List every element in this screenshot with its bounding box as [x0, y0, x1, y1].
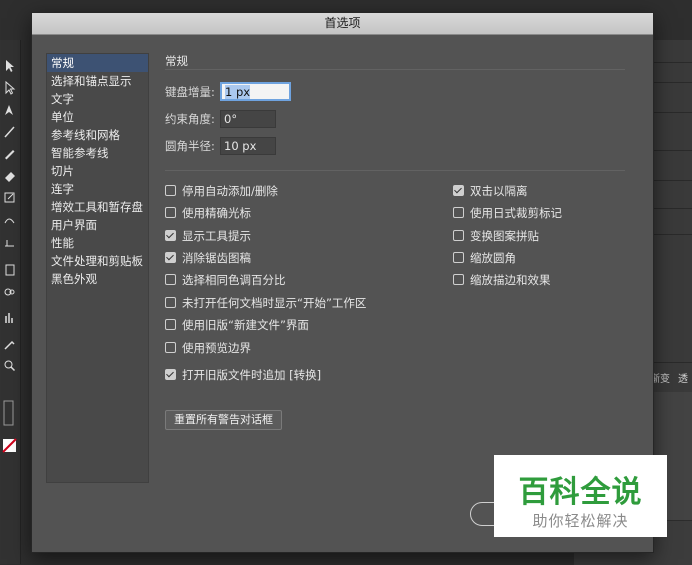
option-label: 缩放描边和效果 — [470, 273, 551, 287]
checkbox[interactable] — [165, 297, 176, 308]
corner-radius-row: 圆角半径: 10 px — [165, 137, 365, 155]
symbol-sprayer-tool-icon[interactable] — [2, 284, 17, 299]
checkbox[interactable] — [453, 274, 464, 285]
section-title: 常规 — [165, 54, 188, 68]
option-disable-auto-add-delete[interactable]: 停用自动添加/删除 — [165, 182, 278, 200]
option-label: 停用自动添加/删除 — [182, 184, 278, 198]
option-show-start-workspace[interactable]: 未打开任何文档时显示“开始”工作区 — [165, 294, 366, 312]
category-type[interactable]: 文字 — [47, 90, 148, 108]
options-divider — [165, 170, 625, 171]
option-label: 变换图案拼贴 — [470, 229, 539, 243]
constrain-angle-row: 约束角度: 0° — [165, 110, 365, 128]
option-label: 打开旧版文件时追加 [转换] — [182, 368, 322, 382]
category-selection-anchor-display[interactable]: 选择和锚点显示 — [47, 72, 148, 90]
preferences-category-list: 常规 选择和锚点显示 文字 单位 参考线和网格 智能参考线 切片 连字 增效工具… — [46, 53, 149, 483]
option-scale-strokes-effects[interactable]: 缩放描边和效果 — [453, 271, 551, 289]
tools-panel — [0, 40, 21, 564]
checkbox[interactable] — [453, 207, 464, 218]
panel-tab-transparency[interactable]: 透 — [678, 370, 688, 385]
option-label: 缩放圆角 — [470, 251, 516, 265]
option-use-preview-bounds[interactable]: 使用预览边界 — [165, 339, 251, 357]
category-file-handling-clipboard[interactable]: 文件处理和剪贴板 — [47, 252, 148, 270]
shape-builder-tool-icon[interactable] — [2, 234, 17, 249]
option-legacy-new-document[interactable]: 使用旧版“新建文件”界面 — [165, 316, 309, 334]
option-label: 消除锯齿图稿 — [182, 251, 251, 265]
dialog-title[interactable]: 首选项 — [32, 13, 653, 35]
option-select-same-tint[interactable]: 选择相同色调百分比 — [165, 271, 286, 289]
option-japanese-crop-marks[interactable]: 使用日式裁剪标记 — [453, 204, 562, 222]
keyboard-increment-label: 键盘增量: — [165, 85, 215, 99]
checkbox[interactable] — [165, 252, 176, 263]
category-general[interactable]: 常规 — [47, 54, 148, 72]
selection-tool-icon[interactable] — [2, 58, 17, 73]
watermark-title: 百科全说 — [518, 475, 643, 510]
keyboard-increment-value: 1 px — [225, 85, 251, 99]
reset-warning-dialogs-button[interactable]: 重置所有警告对话框 — [165, 410, 282, 430]
category-units[interactable]: 单位 — [47, 108, 148, 126]
line-tool-icon[interactable] — [2, 124, 17, 139]
checkbox[interactable] — [165, 274, 176, 285]
zoom-tool-icon[interactable] — [2, 358, 17, 373]
checkbox[interactable] — [165, 207, 176, 218]
category-appearance-of-black[interactable]: 黑色外观 — [47, 270, 148, 288]
direct-selection-tool-icon[interactable] — [2, 80, 17, 95]
category-user-interface[interactable]: 用户界面 — [47, 216, 148, 234]
option-append-convert[interactable]: 打开旧版文件时追加 [转换] — [165, 366, 321, 384]
option-use-precise-cursors[interactable]: 使用精确光标 — [165, 204, 251, 222]
category-guides-grid[interactable]: 参考线和网格 — [47, 126, 148, 144]
fill-stroke-swatch[interactable] — [2, 400, 17, 426]
option-show-tool-tips[interactable]: 显示工具提示 — [165, 227, 251, 245]
artboard-tool-icon[interactable] — [2, 262, 17, 277]
category-smart-guides[interactable]: 智能参考线 — [47, 144, 148, 162]
option-scale-corners[interactable]: 缩放圆角 — [453, 249, 516, 267]
option-label: 显示工具提示 — [182, 229, 251, 243]
checkbox[interactable] — [165, 185, 176, 196]
checkbox[interactable] — [453, 230, 464, 241]
category-plugins-scratch-disks[interactable]: 增效工具和暂存盘 — [47, 198, 148, 216]
option-label: 使用旧版“新建文件”界面 — [182, 318, 309, 332]
watermark-subtitle: 助你轻松解决 — [532, 512, 629, 530]
option-anti-aliased-artwork[interactable]: 消除锯齿图稿 — [165, 249, 251, 267]
checkbox[interactable] — [165, 319, 176, 330]
constrain-angle-input[interactable]: 0° — [220, 110, 276, 128]
option-label: 未打开任何文档时显示“开始”工作区 — [182, 296, 367, 310]
constrain-angle-label: 约束角度: — [165, 112, 215, 126]
checkbox[interactable] — [165, 342, 176, 353]
checkbox[interactable] — [165, 369, 176, 380]
eyedropper-tool-icon[interactable] — [2, 336, 17, 351]
eraser-tool-icon[interactable] — [2, 168, 17, 183]
category-hyphenation[interactable]: 连字 — [47, 180, 148, 198]
checkbox[interactable] — [453, 185, 464, 196]
keyboard-increment-input[interactable]: 1 px — [220, 82, 291, 101]
scale-tool-icon[interactable] — [2, 190, 17, 205]
option-transform-pattern-tiles[interactable]: 变换图案拼贴 — [453, 227, 539, 245]
graph-tool-icon[interactable] — [2, 310, 17, 325]
category-slices[interactable]: 切片 — [47, 162, 148, 180]
pen-tool-icon[interactable] — [2, 102, 17, 117]
section-divider — [165, 69, 625, 70]
category-performance[interactable]: 性能 — [47, 234, 148, 252]
checkbox[interactable] — [165, 230, 176, 241]
option-label: 双击以隔离 — [470, 184, 528, 198]
option-label: 使用精确光标 — [182, 206, 251, 220]
watermark-logo: 百科全说 助你轻松解决 — [494, 455, 667, 537]
option-label: 使用日式裁剪标记 — [470, 206, 562, 220]
keyboard-increment-row: 键盘增量: 1 px — [165, 82, 365, 101]
pencil-tool-icon[interactable] — [2, 146, 17, 161]
corner-radius-input[interactable]: 10 px — [220, 137, 276, 155]
corner-radius-label: 圆角半径: — [165, 139, 215, 153]
option-double-click-isolate[interactable]: 双击以隔离 — [453, 182, 528, 200]
width-tool-icon[interactable] — [2, 212, 17, 227]
option-label: 选择相同色调百分比 — [182, 273, 286, 287]
checkbox[interactable] — [453, 252, 464, 263]
option-label: 使用预览边界 — [182, 341, 251, 355]
none-color-icon[interactable] — [2, 438, 17, 453]
